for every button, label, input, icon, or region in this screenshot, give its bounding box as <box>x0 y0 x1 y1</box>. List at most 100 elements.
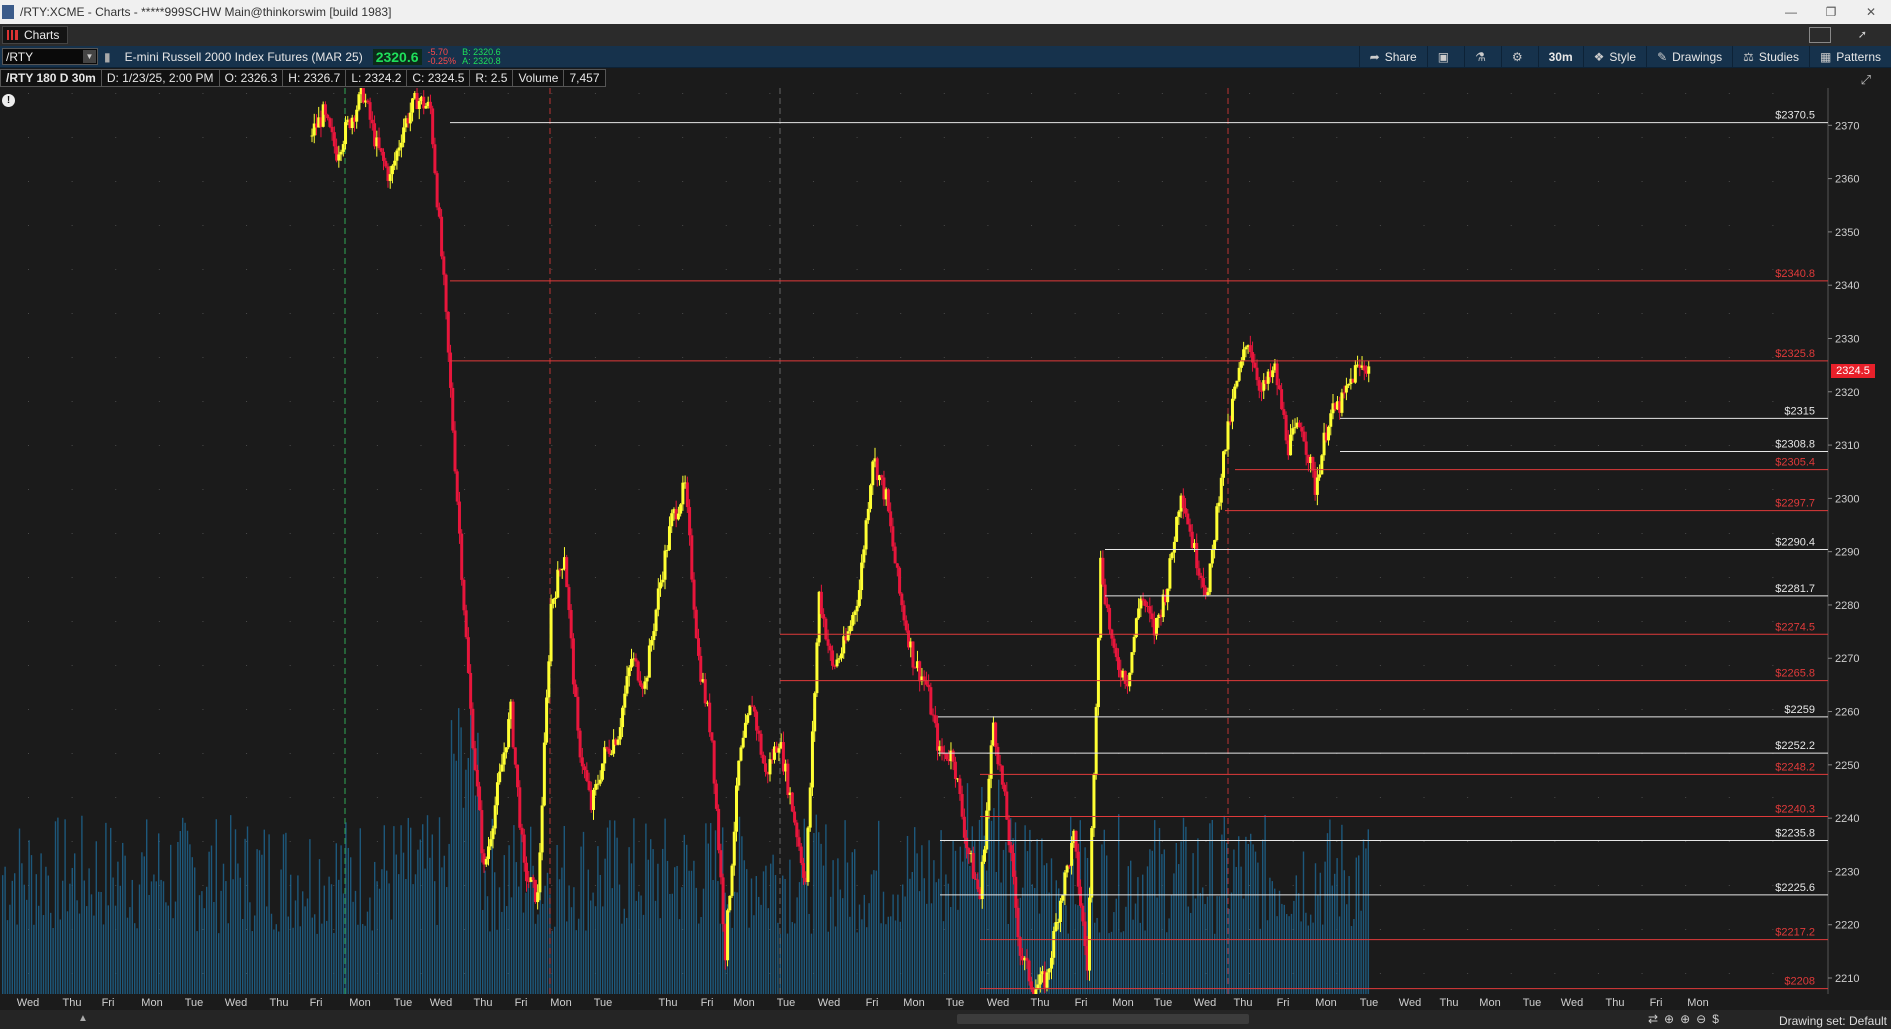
grid-dot <box>1597 973 1599 974</box>
candle-body <box>504 747 508 753</box>
grid-dot <box>420 621 422 622</box>
volume-bar <box>395 854 397 994</box>
grid-dot <box>289 225 291 226</box>
grid-dot <box>725 577 727 578</box>
volume-bar <box>234 829 237 994</box>
chart-svg[interactable]: $2370.5$2340.8$2325.8$2315$2308.8$2305.4… <box>0 83 1891 1029</box>
grid-dot <box>1641 269 1643 270</box>
volume-bar <box>1055 880 1057 994</box>
grid-dot <box>943 137 945 138</box>
candle-body <box>1210 549 1214 564</box>
volume-bar <box>1182 817 1185 994</box>
maximize-icon[interactable]: ❐ <box>1811 0 1851 24</box>
volume-bar <box>1000 882 1002 994</box>
candle-body <box>464 610 468 638</box>
volume-bar <box>856 932 858 994</box>
studies-button[interactable]: ⚖ Studies <box>1732 46 1809 68</box>
flask-button[interactable]: ⚗ <box>1464 46 1501 68</box>
alert-icon[interactable]: ! <box>2 94 15 107</box>
style-button[interactable]: ❖ Style <box>1582 46 1646 68</box>
grid-dot <box>1379 445 1381 446</box>
charts-icon <box>7 30 18 40</box>
volume-bar <box>621 923 623 994</box>
volume-bar <box>23 884 25 994</box>
grid-dot <box>594 577 596 578</box>
drawings-button[interactable]: ✎ Drawings <box>1646 46 1732 68</box>
grid-dot <box>1118 225 1120 226</box>
grid-dot <box>943 225 945 226</box>
timeframe-button[interactable]: 30m <box>1537 46 1583 68</box>
grid-dot <box>638 841 640 842</box>
grid-dot <box>1685 841 1687 842</box>
candle-body <box>466 637 470 673</box>
candle-body <box>625 676 629 694</box>
grid-dot <box>464 973 466 974</box>
volume-bar <box>1298 893 1300 994</box>
volume-bar <box>556 845 558 994</box>
chart-scrollbar[interactable]: ▲ <box>0 1010 1891 1029</box>
volume-bar <box>863 894 865 994</box>
snapshot-button[interactable]: ▣ <box>1426 46 1464 68</box>
price-chart[interactable]: $2370.5 $2340.8 $2325.8 $2315 $2308.8 $2305.4… <box>0 83 1891 1029</box>
grid-dot <box>376 533 378 534</box>
grid-dot <box>1423 93 1425 94</box>
candle-body <box>886 489 890 512</box>
zoom-controls[interactable]: ⇄⊕⊕⊖$ <box>1648 1012 1725 1026</box>
volume-bar <box>1142 874 1144 994</box>
price-level-label: $2305.4 <box>1775 457 1815 469</box>
tab-charts[interactable]: Charts <box>2 26 69 44</box>
candle-body <box>810 731 814 788</box>
volume-bar <box>791 922 793 994</box>
minimize-icon[interactable]: — <box>1771 0 1811 24</box>
volume-bar <box>112 877 114 994</box>
volume-bar <box>95 841 97 994</box>
grid-dot <box>1423 445 1425 446</box>
close-icon[interactable]: ✕ <box>1851 0 1891 24</box>
settings-button[interactable]: ⚙ <box>1500 46 1538 68</box>
volume-bar <box>26 899 28 994</box>
volume-bar <box>1348 876 1350 994</box>
candle-body <box>815 642 819 694</box>
patterns-button[interactable]: ▦ Patterns <box>1808 46 1891 68</box>
candle-body <box>437 207 441 217</box>
pin-icon[interactable]: ➚ <box>1858 28 1867 41</box>
grid-dot <box>202 225 204 226</box>
scrollbar-thumb[interactable] <box>957 1014 1249 1024</box>
link-icon[interactable]: ▮ <box>104 50 111 64</box>
volume-bar <box>1168 918 1170 994</box>
grid-dot <box>1554 885 1556 886</box>
volume-bar <box>208 851 210 994</box>
symbol-input[interactable]: /RTY ▼ <box>2 48 98 65</box>
grid-dot <box>1510 137 1512 138</box>
volume-bar <box>772 854 774 994</box>
share-button[interactable]: ➦ Share <box>1358 46 1427 68</box>
grid-dot <box>507 665 509 666</box>
volume-bar <box>971 826 973 994</box>
grid-dot <box>638 225 640 226</box>
candle-body <box>355 109 359 122</box>
chevron-down-icon[interactable]: ▼ <box>83 50 96 63</box>
collapse-icon[interactable]: ⤢ <box>1861 72 1871 88</box>
grid-dot <box>420 753 422 754</box>
grid-dot <box>1772 797 1774 798</box>
grid-dot <box>551 137 553 138</box>
candle-body <box>1090 828 1094 898</box>
grid-dot <box>1161 181 1163 182</box>
candle-body <box>1275 363 1279 386</box>
grid-dot <box>1161 533 1163 534</box>
grid-dot <box>246 357 248 358</box>
grid-dot <box>987 357 989 358</box>
volume-bar <box>203 908 205 994</box>
volume-bar <box>342 893 345 994</box>
expand-icon[interactable]: ▲ <box>78 1013 88 1024</box>
grid-dot <box>1074 93 1076 94</box>
candle-body <box>323 104 327 115</box>
grid-dot <box>158 533 160 534</box>
grid-dot <box>158 137 160 138</box>
grid-dot <box>1118 181 1120 182</box>
candle-body <box>603 747 607 764</box>
grid-dot <box>1685 797 1687 798</box>
grid-dot <box>1249 313 1251 314</box>
grid-dot <box>1685 137 1687 138</box>
layout-icon[interactable] <box>1809 27 1831 43</box>
